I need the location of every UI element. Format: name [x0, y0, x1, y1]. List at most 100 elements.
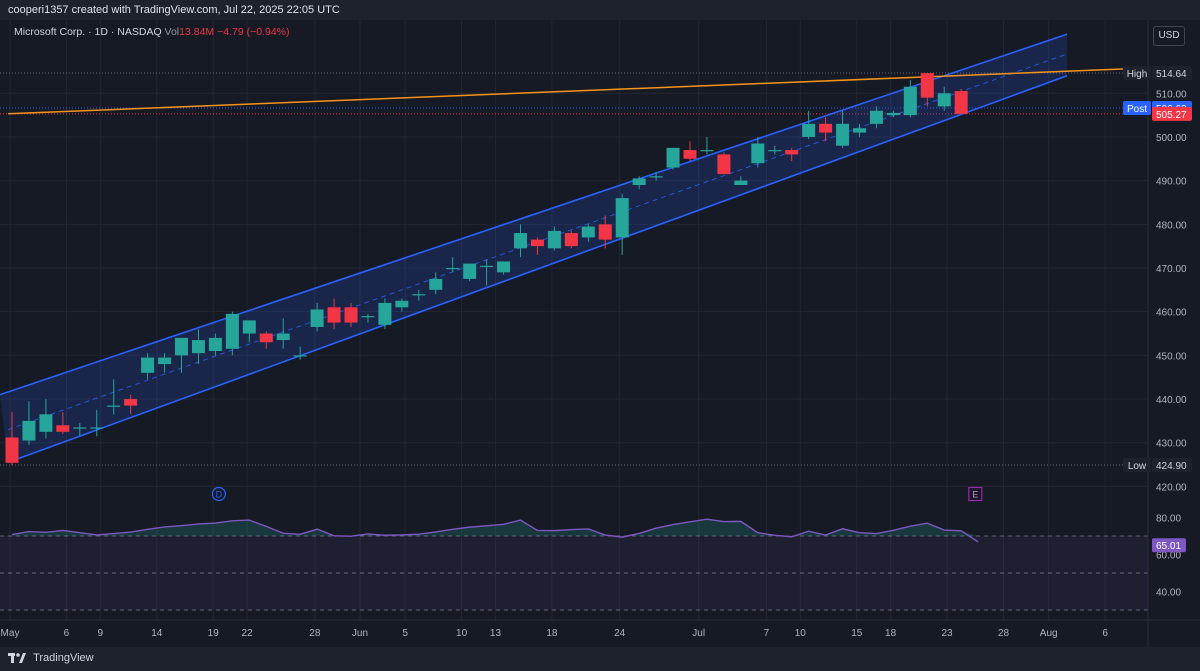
time-tick-label: 7: [764, 628, 770, 639]
candle[interactable]: [564, 230, 578, 249]
candle-body: [734, 180, 748, 185]
time-axis[interactable]: May 6 9 14 19 22 28 Jun 5 10 13 18 24 Jul 7 10 15 18 23 28 A…: [1, 628, 1109, 639]
candle-body: [581, 226, 595, 238]
time-tick-label: Jul: [692, 628, 705, 639]
time-tick-label: 6: [64, 628, 70, 639]
candle-body: [564, 233, 578, 247]
candle-body: [853, 128, 866, 133]
high-price-badge[interactable]: 514.64: [1152, 66, 1192, 80]
candle-body: [22, 420, 36, 441]
high-price-badge-value: 514.64: [1156, 69, 1187, 80]
candle-body: [208, 337, 222, 351]
candle-body: [717, 154, 731, 175]
price-tick-label: 470.00: [1156, 264, 1187, 275]
candle-body: [276, 333, 290, 341]
candle-body: [785, 150, 799, 155]
rsi-current-badge[interactable]: 65.01: [1152, 538, 1186, 553]
candle-body: [819, 123, 833, 133]
marker-label: E: [972, 490, 978, 500]
candle-body: [649, 176, 663, 178]
candle-body: [514, 233, 527, 249]
time-tick-label: 9: [98, 628, 104, 639]
time-tick-label: 13: [490, 628, 502, 639]
candle[interactable]: [666, 147, 680, 170]
volume-value: 13.84M: [179, 26, 215, 38]
candle[interactable]: [225, 311, 239, 356]
candle-body: [903, 86, 917, 116]
candle-body: [768, 150, 782, 152]
time-tick-label: Aug: [1040, 628, 1058, 639]
candle-body: [802, 123, 816, 137]
price-tick-label: 450.00: [1156, 351, 1187, 362]
candle-body: [920, 73, 934, 98]
time-tick-label: Jun: [352, 628, 368, 639]
candle[interactable]: [378, 298, 392, 330]
candle-body: [480, 265, 494, 268]
earnings-marker[interactable]: E: [968, 486, 983, 502]
candle-body: [90, 427, 104, 429]
candle-body: [497, 261, 511, 273]
price-chart[interactable]: 420.00 430.00 440.00 450.00 460.00 470.00 480.…: [0, 20, 1200, 647]
time-tick-label: 19: [208, 628, 220, 639]
candle-body: [293, 355, 307, 357]
candle-body: [429, 278, 443, 290]
event-markers[interactable]: DE: [211, 486, 983, 502]
candle[interactable]: [463, 263, 477, 282]
time-tick-label: 23: [942, 628, 954, 639]
time-tick-label: 24: [614, 628, 626, 639]
time-tick-label: 5: [402, 628, 408, 639]
candle-body: [836, 123, 850, 146]
last-price-badge-value: 505.27: [1156, 110, 1187, 121]
candle[interactable]: [700, 136, 714, 155]
attribution-text: cooperi1357 created with TradingView.com…: [8, 4, 340, 16]
candle[interactable]: [802, 110, 816, 140]
rsi-tick-label: 40.00: [1156, 588, 1181, 599]
low-tag-text: Low: [1128, 461, 1147, 472]
time-tick-label: 14: [151, 628, 163, 639]
channel-lower-line[interactable]: [7, 75, 1068, 464]
time-tick-label: 6: [1102, 628, 1108, 639]
candle[interactable]: [954, 88, 968, 114]
candle-body: [361, 316, 375, 318]
candle-body: [124, 399, 138, 406]
candle[interactable]: [717, 152, 731, 175]
candle-body: [327, 307, 341, 323]
time-tick-label: 18: [546, 628, 558, 639]
last-price-badge[interactable]: 505.27: [1152, 106, 1192, 121]
low-price-badge[interactable]: 424.90: [1152, 458, 1192, 472]
candle-body: [666, 147, 680, 168]
candle-body: [73, 427, 87, 429]
price-tick-label: 460.00: [1156, 308, 1187, 319]
dividend-marker[interactable]: D: [211, 486, 226, 502]
rsi-badge-value: 65.01: [1156, 541, 1181, 552]
currency-button[interactable]: USD: [1153, 26, 1185, 46]
candle-body: [395, 300, 409, 308]
volume-label: Vol: [164, 26, 180, 38]
marker-label: D: [216, 490, 223, 500]
price-tick-label: 440.00: [1156, 395, 1187, 406]
candle-body: [632, 178, 646, 185]
rsi-pane[interactable]: [0, 518, 1148, 611]
candle-body: [344, 307, 358, 323]
price-tick-label: 480.00: [1156, 220, 1187, 231]
candle-body: [39, 414, 53, 432]
price-tick-label: 500.00: [1156, 133, 1187, 144]
candle-body: [886, 112, 900, 116]
candle-body: [751, 143, 765, 164]
time-tick-label: 28: [309, 628, 321, 639]
footer-bar: TradingView: [0, 647, 1200, 671]
candle-body: [547, 230, 561, 249]
candle-body: [158, 357, 172, 365]
candle-body: [530, 239, 544, 247]
symbol-name: Microsoft Corp. · 1D · NASDAQ: [14, 26, 162, 38]
post-tag: Post: [1123, 100, 1151, 115]
candle-body: [175, 337, 188, 356]
candle-body: [954, 91, 968, 114]
candle-body: [225, 313, 239, 349]
price-tick-label: 510.00: [1156, 89, 1187, 100]
symbol-legend[interactable]: Microsoft Corp. · 1D · NASDAQ Vol13.84M …: [14, 26, 290, 38]
candle[interactable]: [615, 193, 629, 255]
high-tag: High: [1123, 66, 1151, 80]
candle-body: [378, 302, 392, 325]
candle[interactable]: [683, 141, 697, 161]
